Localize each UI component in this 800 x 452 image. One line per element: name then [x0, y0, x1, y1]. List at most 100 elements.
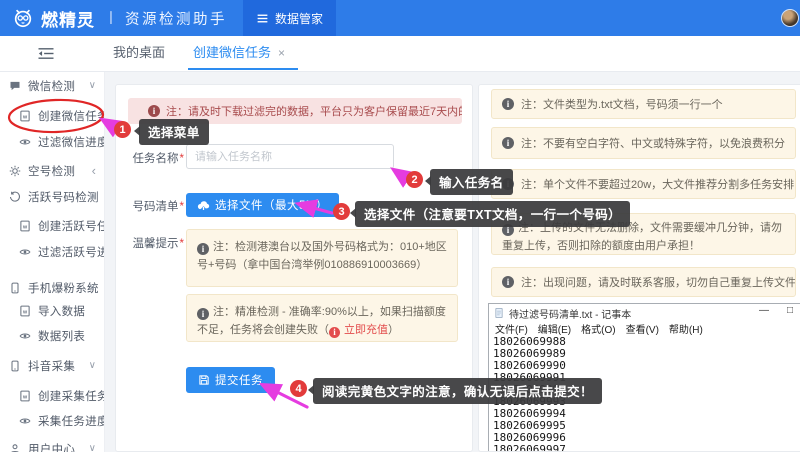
sidebar-item-wechat-detect[interactable]: 微信检测: [0, 74, 105, 98]
format-tip-note: 注：检测港澳台以及国外号码格式为：010+地区号+号码（拿中国台湾举例01088…: [186, 229, 458, 287]
menu-format[interactable]: 格式(O): [581, 321, 615, 336]
info-icon: [197, 308, 209, 320]
sidebar-item-create-collect-task[interactable]: w 创建采集任务: [0, 384, 105, 408]
app-root: { "header": { "brand": "燃精灵", "divider":…: [0, 0, 800, 452]
step-badge-1: 1: [114, 121, 131, 138]
notepad-title-bar[interactable]: 待过滤号码清单.txt - 记事本 — □: [489, 304, 800, 321]
step-tooltip-4: 阅读完黄色文字的注意，确认无误后点击提交！: [313, 378, 602, 404]
sidebar-item-user-center[interactable]: 用户中心: [0, 437, 105, 452]
product-name: 资源检测助手: [125, 8, 227, 29]
svg-text:w: w: [22, 394, 28, 400]
info-icon: [197, 243, 209, 255]
tab-label: 我的桌面: [113, 45, 165, 60]
note-file-type: 注：文件类型为.txt文档，号码须一行一个: [491, 89, 796, 119]
notepad-menu-bar: 文件(F) 编辑(E) 格式(O) 查看(V) 帮助(H): [489, 321, 800, 335]
required-asterisk: *: [180, 201, 184, 213]
sidebar-item-douyin-collect[interactable]: 抖音采集: [0, 354, 105, 378]
sidebar-item-collect-task-progress[interactable]: 采集任务进度: [0, 409, 105, 433]
retention-alert-text: 注：请及时下载过滤完的数据，平台只为客户保留最近7天内的数据！: [166, 103, 462, 119]
eye-icon: [19, 415, 31, 427]
mascot-logo-icon: [12, 7, 34, 29]
note-file-size-limit: 注：单个文件不要超过20w，大文件推荐分割多任务安排！: [491, 169, 796, 199]
tab-create-wechat-task[interactable]: 创建微信任务 ×: [193, 36, 285, 70]
sidebar-item-empty-number-detect[interactable]: 空号检测: [0, 159, 105, 183]
data-manager-label: 数据管家: [275, 10, 323, 27]
doc-icon: w: [19, 305, 31, 317]
choose-file-button[interactable]: 选择文件（最大5M）: [186, 193, 339, 217]
step-badge-4: 4: [290, 380, 307, 397]
sidebar-item-create-active-task[interactable]: w 创建活跃号任务: [0, 214, 105, 238]
svg-text:w: w: [22, 224, 28, 230]
sidebar-item-filter-wechat-progress[interactable]: 过滤微信进度: [0, 130, 105, 154]
menu-help[interactable]: 帮助(H): [669, 321, 703, 336]
doc-icon: w: [19, 110, 31, 122]
sidebar-item-filter-active-progress[interactable]: 过滤活跃号进度: [0, 240, 105, 264]
chevron-down-icon: [89, 444, 96, 452]
upload-cloud-icon: [197, 199, 210, 212]
accuracy-tip-note: 注：精准检测 - 准确率:90%以上，如果扫描额度不足，任务将会创建失败（立即充…: [186, 294, 458, 342]
brand-divider: 丨: [104, 8, 118, 28]
info-icon: [502, 98, 514, 110]
history-icon: [9, 191, 21, 203]
chevron-down-icon: [89, 81, 96, 91]
active-tab-underline: [188, 68, 298, 70]
info-icon: [329, 327, 340, 338]
submit-task-button[interactable]: 提交任务: [186, 367, 275, 393]
sidebar-nav: 微信检测 w 创建微信任务 过滤微信进度 空号检测 活跃号码检测 w 创建活跃号…: [0, 72, 105, 452]
phone-icon: [9, 282, 21, 294]
step-tooltip-1: 选择菜单: [139, 119, 209, 145]
menu-view[interactable]: 查看(V): [626, 321, 659, 336]
chevron-left-icon: [92, 164, 96, 178]
info-icon: [502, 276, 514, 288]
hamburger-icon: [256, 12, 269, 25]
eye-icon: [19, 246, 31, 258]
step-tooltip-2: 输入任务名: [430, 169, 513, 195]
recharge-link[interactable]: 立即充值: [329, 324, 388, 336]
note-no-blank-chars: 注：不要有空白字符、中文或特殊字符，以免浪费积分: [491, 127, 796, 159]
note-contact-support: 注：出现问题，请及时联系客服，切勿自己重复上传文件！: [491, 267, 796, 297]
notepad-title: 待过滤号码清单.txt - 记事本: [509, 306, 631, 321]
sidebar-item-phone-fans-system[interactable]: 手机爆粉系统: [0, 276, 105, 300]
info-icon: [502, 137, 514, 149]
chevron-down-icon: [89, 192, 96, 202]
step-badge-3: 3: [333, 203, 350, 220]
tips-label: 温馨提示*: [120, 235, 184, 251]
phone-number-line: 18026069997: [493, 444, 800, 452]
step-tooltip-3: 选择文件（注意要TXT文档，一行一个号码）: [355, 201, 630, 227]
number-list-label: 号码清单*: [120, 198, 184, 214]
phone-icon: [9, 360, 21, 372]
sidebar-item-import-data[interactable]: w 导入数据: [0, 299, 105, 323]
step-badge-2: 2: [406, 171, 423, 188]
tab-close-icon[interactable]: ×: [278, 46, 285, 60]
user-icon: [9, 443, 21, 452]
user-avatar[interactable]: [781, 9, 799, 27]
gear-icon: [9, 165, 21, 177]
brand-name: 燃精灵: [41, 6, 95, 31]
sidebar-item-data-list[interactable]: 数据列表: [0, 324, 105, 348]
maximize-icon[interactable]: □: [781, 305, 799, 316]
menu-file[interactable]: 文件(F): [495, 321, 528, 336]
task-name-label: 任务名称*: [120, 150, 184, 166]
sidebar-item-active-number-detect[interactable]: 活跃号码检测: [0, 185, 105, 209]
menu-edit[interactable]: 编辑(E): [538, 321, 571, 336]
sidebar-collapse-icon[interactable]: [37, 46, 55, 61]
sidebar-item-create-wechat-task[interactable]: w 创建微信任务: [0, 104, 105, 128]
required-asterisk: *: [180, 153, 184, 165]
required-asterisk: *: [180, 238, 184, 250]
data-manager-button[interactable]: 数据管家: [243, 0, 336, 36]
task-name-input[interactable]: [186, 144, 394, 169]
save-icon: [198, 374, 210, 386]
doc-icon: w: [19, 390, 31, 402]
svg-text:w: w: [22, 114, 28, 120]
notepad-file-icon: [494, 307, 504, 319]
svg-text:w: w: [22, 309, 28, 315]
chevron-down-icon: [89, 361, 96, 371]
doc-icon: w: [19, 220, 31, 232]
eye-icon: [19, 330, 31, 342]
eye-icon: [19, 136, 31, 148]
minimize-icon[interactable]: —: [755, 305, 773, 316]
chevron-down-icon: [89, 283, 96, 293]
chat-icon: [9, 80, 21, 92]
tab-label: 创建微信任务: [193, 45, 271, 60]
tab-my-desktop[interactable]: 我的桌面: [113, 36, 165, 70]
